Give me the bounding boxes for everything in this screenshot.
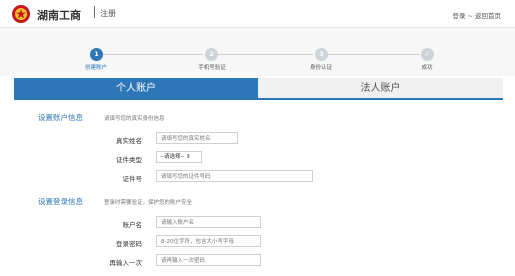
account-name-field[interactable]: 请输入账户名 [156, 216, 261, 228]
password-label: 登录密码 [116, 240, 142, 248]
id-number-field[interactable]: 请填写您的证件号码 [156, 170, 313, 182]
top-header: 湖南工商 注册 登录 ~ 返回首页 [0, 0, 515, 28]
step-connector [103, 54, 203, 55]
login-link[interactable]: 登录 [453, 12, 466, 20]
password-field[interactable]: 8-20位字符，包含大小写字母 [156, 235, 261, 247]
step-connector [218, 54, 313, 55]
account-name-label: 账户名 [122, 221, 143, 229]
tab-personal-account[interactable]: 个人账户 [14, 78, 258, 100]
account-type-tabs: 个人账户 法人账户 [14, 78, 503, 100]
login-info-title: 设置登录信息 [38, 197, 83, 206]
account-info-hint: 请填写您的真实身份信息 [104, 116, 165, 122]
login-info-hint: 登录时需要验证，保护您的账户安全 [104, 200, 193, 206]
account-info-title: 设置账户信息 [38, 113, 83, 122]
brand-name: 湖南工商 [37, 9, 81, 22]
tab-legal-account[interactable]: 法人账户 [258, 78, 503, 100]
real-name-field[interactable]: 请填写您的真实姓名 [156, 132, 238, 144]
step-3-indicator: 3 [315, 48, 328, 61]
checkmark-icon: ✓ [424, 50, 431, 58]
step-1-label: 创建账户 [84, 65, 107, 71]
id-type-label: 证件类型 [116, 156, 142, 164]
id-number-label: 证件号 [122, 175, 143, 183]
step-2-label: 手机号验证 [198, 65, 226, 71]
logo-icon [12, 5, 30, 23]
title-divider [94, 6, 95, 18]
top-links: 登录 ~ 返回首页 [453, 10, 501, 20]
link-separator: ~ [467, 12, 473, 20]
id-type-select[interactable]: --请选择-- ⇕ [156, 151, 202, 163]
step-4-indicator: ✓ [421, 48, 434, 61]
step-connector [328, 54, 420, 55]
real-name-label: 真实姓名 [116, 137, 142, 145]
home-link[interactable]: 返回首页 [475, 12, 501, 20]
step-3-label: 身份认证 [309, 65, 332, 71]
step-1-indicator: 1 [90, 48, 103, 61]
confirm-password-field[interactable]: 请再输入一次密码 [156, 254, 261, 266]
step-4-label: 成功 [421, 65, 433, 71]
confirm-password-label: 再输入一次 [109, 259, 143, 267]
page-subtitle: 注册 [100, 9, 116, 18]
step-2-indicator: 2 [205, 48, 218, 61]
